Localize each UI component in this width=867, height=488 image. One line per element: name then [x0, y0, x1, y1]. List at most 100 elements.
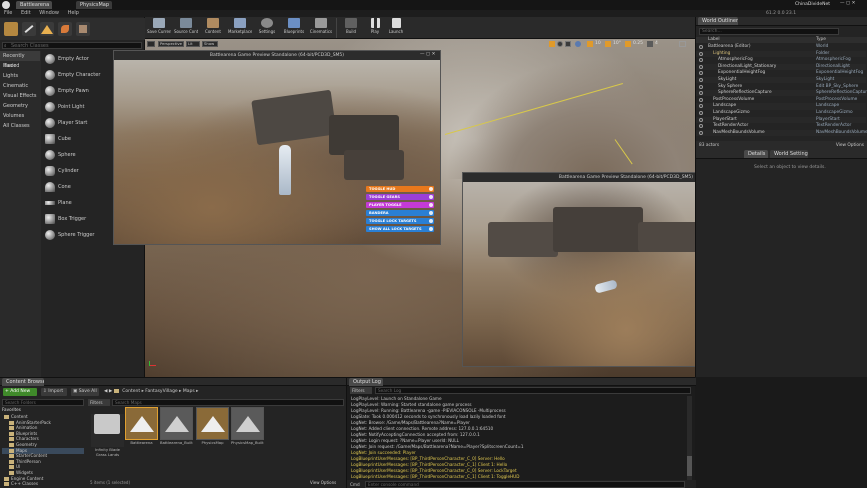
log-filters-button[interactable]: Filters	[350, 387, 372, 394]
category-recently-placed[interactable]: Recently Placed	[0, 51, 40, 69]
maximize-viewport-icon[interactable]	[679, 41, 686, 47]
menu-file[interactable]: File	[4, 10, 12, 17]
cinematics-button[interactable]: Cinematics	[309, 18, 333, 38]
rotate-icon[interactable]	[557, 41, 563, 47]
visibility-eye-icon[interactable]	[699, 64, 703, 69]
visibility-eye-icon[interactable]	[699, 124, 703, 129]
show-all-lock-targets-button[interactable]: SHOW ALL LOCK TARGETS	[366, 226, 434, 232]
visibility-eye-icon[interactable]	[699, 104, 703, 109]
asset-item-physicsmap-builtdata[interactable]: PhysicsMap_BuiltData	[231, 407, 264, 453]
tab-output-log[interactable]: Output Log	[349, 378, 383, 386]
place-mode-icon[interactable]	[4, 22, 18, 36]
asset-search[interactable]: Search Maps	[112, 399, 344, 406]
window-controls[interactable]: — ▢ ✕	[840, 1, 866, 9]
outliner-row[interactable]: LandscapeGizmo LandscapeGizmo	[696, 110, 866, 116]
category-lights[interactable]: Lights	[0, 71, 40, 81]
grid-snap-value[interactable]: 10	[595, 41, 601, 46]
save-current-button[interactable]: Save Current	[147, 18, 171, 38]
landscape-mode-icon[interactable]	[40, 22, 54, 36]
outliner-row[interactable]: PlayerStart PlayerStart	[696, 116, 866, 123]
grid-snap-icon[interactable]	[587, 41, 593, 47]
asset-item-battlearena[interactable]: Battlearena	[125, 407, 158, 453]
log-search[interactable]: Search Log	[375, 387, 691, 394]
visibility-eye-icon[interactable]	[699, 117, 703, 122]
tab-world-outliner[interactable]: World Outliner	[698, 17, 738, 25]
foliage-mode-icon[interactable]	[58, 22, 72, 36]
visibility-eye-icon[interactable]	[699, 71, 703, 76]
import-button[interactable]: ⇩ Import	[41, 388, 67, 396]
breadcrumb-fantasyvillage[interactable]: FantasyVillage	[145, 389, 177, 394]
visibility-eye-icon[interactable]	[699, 58, 703, 63]
outliner-search[interactable]: Search...	[699, 28, 839, 35]
viewport-options-icon[interactable]	[147, 41, 155, 47]
scale-snap-icon[interactable]	[625, 41, 631, 47]
folder-tree-item[interactable]: C++ Classes	[2, 481, 84, 487]
visibility-eye-icon[interactable]	[699, 91, 703, 96]
preview-scene[interactable]	[114, 60, 440, 244]
rotation-snap-value[interactable]: 10°	[613, 41, 621, 46]
breadcrumb-content[interactable]: Content	[122, 389, 140, 394]
category-geometry[interactable]: Geometry	[0, 101, 40, 111]
cb-view-options[interactable]: View Options	[310, 480, 336, 485]
category-volumes[interactable]: Volumes	[0, 111, 40, 121]
category-visual-effects[interactable]: Visual Effects	[0, 91, 40, 101]
bandera-button[interactable]: BANDERA	[366, 210, 434, 216]
col-label[interactable]: Label	[708, 37, 720, 43]
add-new-button[interactable]: + Add New	[3, 388, 37, 396]
paint-mode-icon[interactable]	[22, 22, 36, 36]
log-scrollbar[interactable]	[687, 396, 692, 480]
build-button[interactable]: Build	[339, 18, 363, 38]
filters-button[interactable]: Filters	[88, 399, 110, 406]
perspective-button[interactable]: Perspective	[158, 41, 184, 47]
visibility-eye-icon[interactable]	[699, 51, 703, 56]
col-type[interactable]: Type	[816, 37, 826, 43]
outliner-row[interactable]: AtmosphericFog AtmosphericFog	[696, 57, 866, 63]
visibility-eye-icon[interactable]	[699, 84, 703, 89]
marketplace-button[interactable]: Marketplace	[228, 18, 252, 38]
camera-speed-icon[interactable]	[647, 41, 653, 47]
menu-window[interactable]: Window	[39, 10, 59, 17]
tab-content-browser[interactable]: Content Browser	[2, 378, 44, 386]
outliner-row[interactable]: NavMeshBoundsVolume NavMeshBoundsVolume	[696, 129, 867, 136]
outliner-row[interactable]: SphereReflectionCapture SphereReflectionC…	[696, 90, 867, 97]
menu-edit[interactable]: Edit	[21, 10, 31, 17]
menu-help[interactable]: Help	[68, 10, 79, 17]
show-button[interactable]: Show	[202, 41, 218, 47]
player-toggle-button[interactable]: PLAYER TOGGLE	[366, 202, 434, 208]
preview-window-controls[interactable]: — ▢ ✕	[420, 52, 438, 59]
content-button[interactable]: Content	[201, 18, 225, 38]
breadcrumb-maps[interactable]: Maps	[183, 389, 195, 394]
outliner-row[interactable]: Lighting Folder	[696, 50, 866, 57]
visibility-eye-icon[interactable]	[699, 97, 703, 102]
camera-speed-value[interactable]: 4	[655, 41, 658, 46]
visibility-eye-icon[interactable]	[699, 111, 703, 115]
visibility-eye-icon[interactable]	[699, 130, 703, 135]
tab-physicsmap[interactable]: PhysicsMap	[76, 1, 112, 9]
search-classes-box[interactable]: ⌕ Search Classes	[2, 42, 142, 49]
launch-button[interactable]: Launch	[384, 18, 408, 38]
game-preview-window-a[interactable]: Battlearena Game Preview Standalone (64-…	[113, 50, 441, 245]
translate-icon[interactable]	[549, 41, 555, 47]
category-basic[interactable]: Basic	[0, 61, 40, 71]
tab-world-settings[interactable]: World Settings	[770, 150, 808, 158]
tab-battlearena[interactable]: Battlearena	[16, 1, 52, 9]
category-cinematic[interactable]: Cinematic	[0, 81, 40, 91]
settings-button[interactable]: Settings	[255, 18, 279, 38]
favorites-header[interactable]: Favorites	[2, 407, 84, 413]
toggle-lock-targets-button[interactable]: TOGGLE LOCK TARGETS	[366, 218, 434, 224]
rotation-snap-icon[interactable]	[605, 41, 611, 47]
folder-search[interactable]: Search Folders	[2, 399, 84, 406]
visibility-eye-icon[interactable]	[699, 78, 703, 82]
source-control-button[interactable]: Source Control	[174, 18, 198, 38]
scale-icon[interactable]	[565, 41, 571, 47]
world-local-icon[interactable]	[575, 41, 581, 47]
category-all-classes[interactable]: All Classes	[0, 121, 40, 131]
asset-item-folder[interactable]: Infinity Blade Grass Lands	[91, 407, 124, 456]
tab-details[interactable]: Details	[744, 150, 768, 158]
blueprints-button[interactable]: Blueprints	[282, 18, 306, 38]
asset-item-battlearena-builtdata[interactable]: Battlearena_BuiltData	[160, 407, 193, 453]
outliner-row[interactable]: TextRenderActor TextRenderActor	[696, 123, 866, 129]
visibility-eye-icon[interactable]	[699, 45, 703, 49]
console-input[interactable]: Enter console command	[365, 481, 685, 488]
toggle-gears-button[interactable]: TOGGLE GEARS	[366, 194, 434, 200]
